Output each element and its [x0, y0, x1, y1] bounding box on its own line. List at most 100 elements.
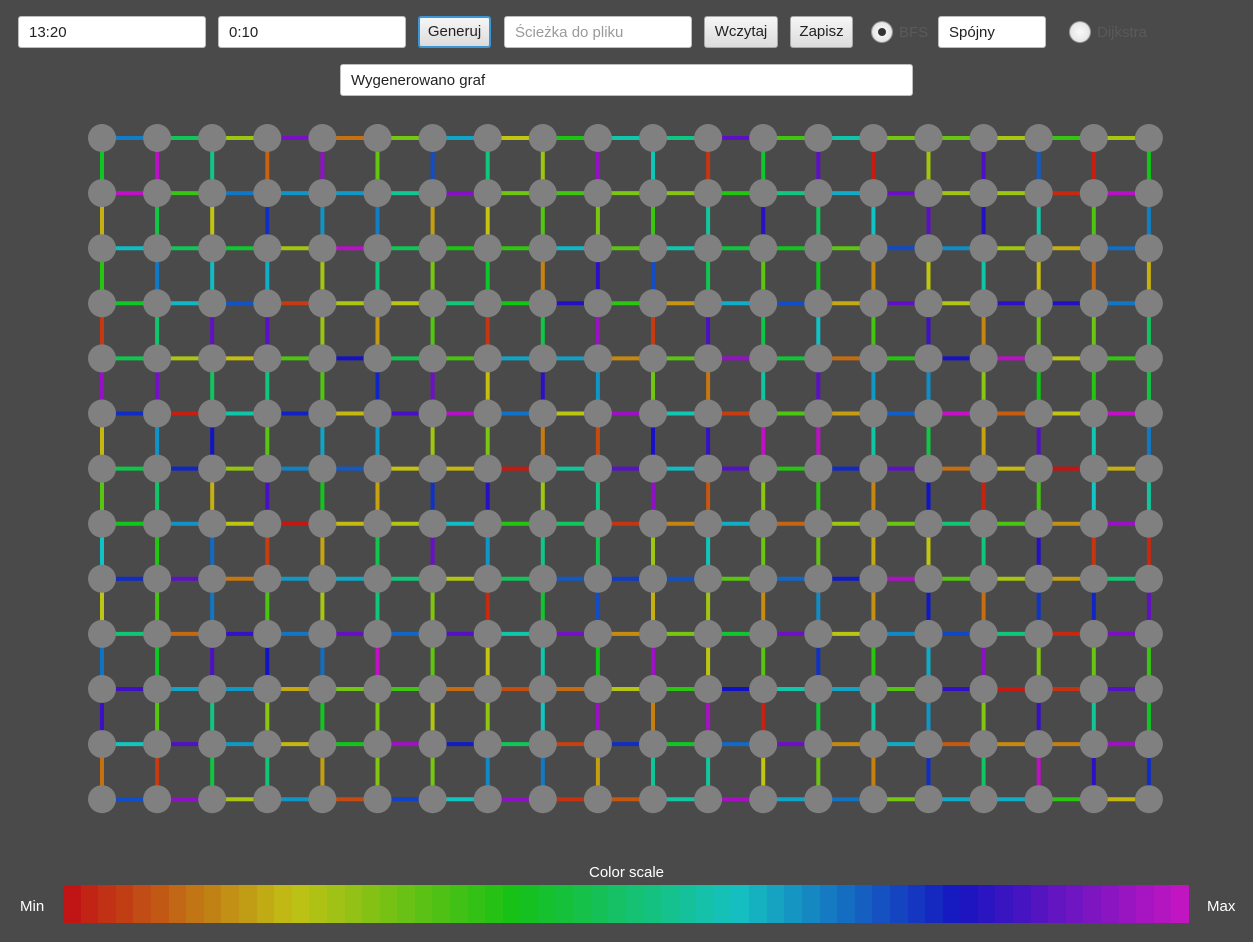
graph-canvas[interactable] [0, 0, 1253, 850]
graph-node[interactable] [198, 509, 227, 538]
graph-node[interactable] [528, 344, 557, 373]
graph-node[interactable] [363, 124, 392, 152]
graph-node[interactable] [198, 564, 227, 593]
graph-node[interactable] [473, 344, 502, 373]
graph-node[interactable] [749, 675, 778, 703]
graph-node[interactable] [1079, 454, 1108, 483]
graph-node[interactable] [969, 399, 998, 428]
graph-node[interactable] [1134, 234, 1163, 263]
graph-node[interactable] [583, 179, 612, 208]
graph-node[interactable] [143, 564, 172, 593]
graph-node[interactable] [749, 619, 778, 648]
graph-node[interactable] [749, 289, 778, 318]
graph-node[interactable] [363, 730, 392, 759]
graph-node[interactable] [1024, 399, 1053, 428]
graph-node[interactable] [1079, 675, 1108, 703]
graph-node[interactable] [804, 675, 833, 703]
graph-node[interactable] [88, 344, 116, 373]
graph-node[interactable] [1079, 289, 1108, 318]
graph-node[interactable] [859, 179, 888, 208]
graph-node[interactable] [528, 124, 557, 152]
graph-node[interactable] [1134, 289, 1163, 318]
graph-node[interactable] [473, 509, 502, 538]
graph-node[interactable] [1079, 509, 1108, 538]
graph-node[interactable] [859, 344, 888, 373]
graph-node[interactable] [694, 179, 723, 208]
graph-node[interactable] [969, 730, 998, 759]
graph-node[interactable] [308, 179, 337, 208]
graph-node[interactable] [1079, 344, 1108, 373]
graph-node[interactable] [528, 785, 557, 814]
graph-node[interactable] [639, 399, 667, 428]
graph-node[interactable] [418, 509, 447, 538]
graph-node[interactable] [88, 564, 116, 593]
graph-node[interactable] [1079, 619, 1108, 648]
graph-node[interactable] [583, 344, 612, 373]
graph-node[interactable] [694, 619, 723, 648]
graph-node[interactable] [859, 124, 888, 152]
graph-node[interactable] [308, 564, 337, 593]
graph-node[interactable] [418, 289, 447, 318]
graph-node[interactable] [914, 509, 943, 538]
graph-node[interactable] [253, 289, 282, 318]
graph-node[interactable] [1024, 730, 1053, 759]
graph-node[interactable] [859, 730, 888, 759]
graph-node[interactable] [308, 675, 337, 703]
graph-node[interactable] [88, 289, 116, 318]
graph-node[interactable] [859, 564, 888, 593]
graph-node[interactable] [418, 675, 447, 703]
graph-node[interactable] [473, 730, 502, 759]
graph-node[interactable] [639, 509, 667, 538]
graph-node[interactable] [804, 124, 833, 152]
graph-node[interactable] [198, 399, 227, 428]
graph-node[interactable] [363, 234, 392, 263]
graph-node[interactable] [749, 454, 778, 483]
graph-node[interactable] [88, 454, 116, 483]
graph-node[interactable] [1024, 344, 1053, 373]
graph-node[interactable] [1024, 454, 1053, 483]
graph-node[interactable] [143, 619, 172, 648]
graph-node[interactable] [308, 344, 337, 373]
graph-node[interactable] [639, 675, 667, 703]
graph-node[interactable] [694, 399, 723, 428]
graph-node[interactable] [583, 675, 612, 703]
graph-node[interactable] [914, 234, 943, 263]
graph-node[interactable] [583, 730, 612, 759]
graph-node[interactable] [418, 785, 447, 814]
graph-node[interactable] [528, 454, 557, 483]
graph-node[interactable] [804, 344, 833, 373]
graph-node[interactable] [198, 179, 227, 208]
graph-node[interactable] [418, 179, 447, 208]
graph-node[interactable] [473, 399, 502, 428]
graph-node[interactable] [253, 124, 282, 152]
graph-node[interactable] [253, 785, 282, 814]
graph-node[interactable] [418, 344, 447, 373]
graph-node[interactable] [749, 344, 778, 373]
graph-node[interactable] [804, 785, 833, 814]
graph-node[interactable] [914, 785, 943, 814]
graph-node[interactable] [914, 730, 943, 759]
graph-node[interactable] [1134, 619, 1163, 648]
graph-node[interactable] [639, 124, 667, 152]
graph-node[interactable] [804, 234, 833, 263]
graph-node[interactable] [804, 179, 833, 208]
graph-node[interactable] [363, 179, 392, 208]
graph-node[interactable] [88, 124, 116, 152]
graph-node[interactable] [528, 730, 557, 759]
graph-node[interactable] [583, 289, 612, 318]
graph-node[interactable] [859, 454, 888, 483]
graph-node[interactable] [308, 785, 337, 814]
graph-node[interactable] [804, 289, 833, 318]
graph-node[interactable] [859, 509, 888, 538]
graph-node[interactable] [1079, 234, 1108, 263]
graph-node[interactable] [639, 179, 667, 208]
graph-node[interactable] [308, 730, 337, 759]
graph-node[interactable] [253, 179, 282, 208]
graph-node[interactable] [528, 675, 557, 703]
graph-node[interactable] [418, 619, 447, 648]
graph-node[interactable] [583, 509, 612, 538]
graph-node[interactable] [639, 289, 667, 318]
graph-node[interactable] [749, 785, 778, 814]
graph-node[interactable] [859, 675, 888, 703]
graph-node[interactable] [914, 675, 943, 703]
